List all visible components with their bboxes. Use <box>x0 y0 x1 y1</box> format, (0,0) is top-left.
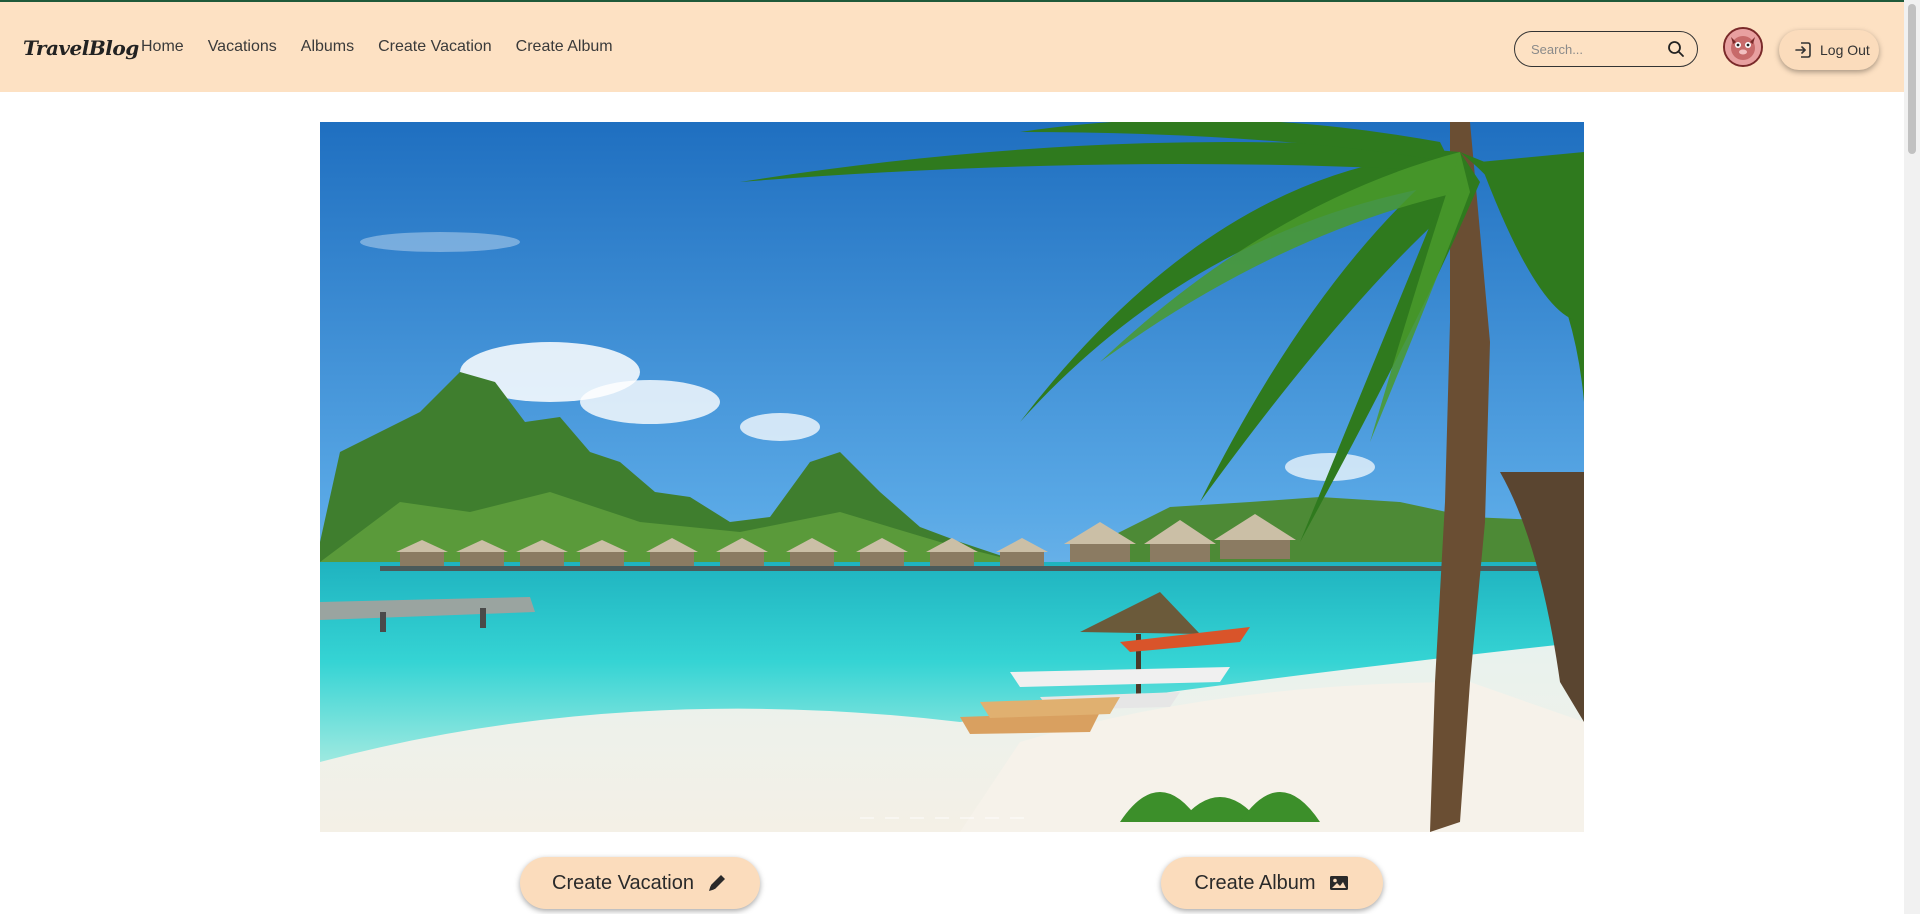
create-album-button[interactable]: Create Album <box>1161 857 1383 909</box>
avatar[interactable] <box>1723 27 1763 67</box>
nav-link-create-album[interactable]: Create Album <box>516 38 613 56</box>
brand-logo[interactable]: TravelBlog <box>23 36 139 60</box>
nav-link-create-vacation[interactable]: Create Vacation <box>378 38 492 56</box>
nav-links: Home Vacations Albums Create Vacation Cr… <box>141 38 637 56</box>
hero-image <box>320 122 1584 832</box>
nav-link-vacations[interactable]: Vacations <box>208 38 277 56</box>
nav-link-albums[interactable]: Albums <box>301 38 354 56</box>
logout-icon <box>1795 42 1811 58</box>
pencil-icon <box>708 875 725 891</box>
search-box <box>1514 31 1698 67</box>
logout-button[interactable]: Log Out <box>1779 30 1879 70</box>
create-album-label: Create Album <box>1194 871 1316 894</box>
nav-link-home[interactable]: Home <box>141 38 184 56</box>
scrollbar[interactable] <box>1904 0 1920 914</box>
navbar: TravelBlog Home Vacations Albums Create … <box>0 2 1904 92</box>
logout-label: Log Out <box>1820 42 1870 58</box>
scrollbar-thumb[interactable] <box>1908 4 1916 154</box>
search-icon[interactable] <box>1667 40 1685 58</box>
avatar-icon <box>1725 29 1761 65</box>
create-vacation-button[interactable]: Create Vacation <box>520 857 760 909</box>
create-vacation-label: Create Vacation <box>552 871 694 894</box>
search-input[interactable] <box>1531 40 1661 58</box>
image-icon <box>1329 876 1348 890</box>
